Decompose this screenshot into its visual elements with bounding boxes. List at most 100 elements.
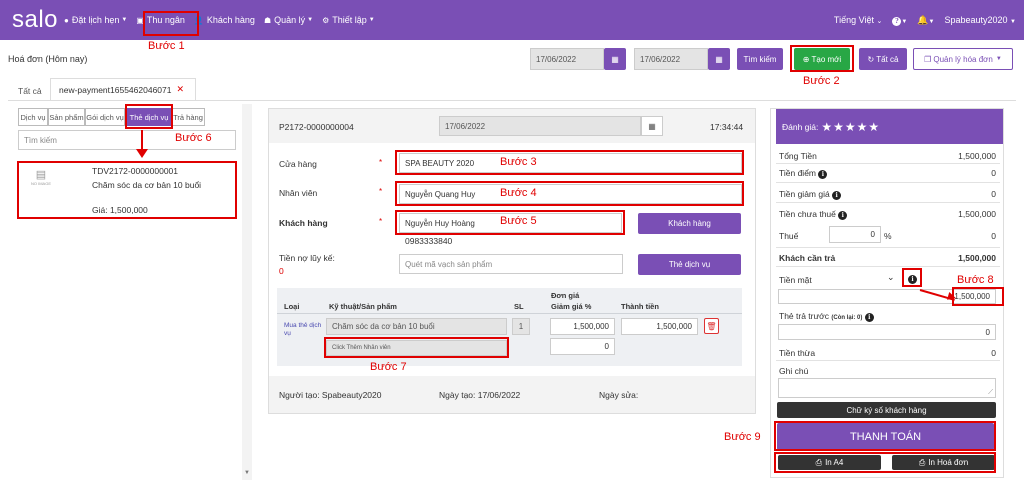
info-icon: i	[838, 211, 848, 220]
note-textarea[interactable]: ⟋	[778, 378, 996, 398]
calendar-icon[interactable]: ▦	[641, 116, 663, 136]
all-button[interactable]: ↻ Tất cả	[859, 48, 907, 70]
info-icon: i	[818, 170, 828, 179]
invoice-time: 17:34:44	[710, 122, 744, 132]
info-icon: i	[864, 313, 874, 322]
cat-tab-products[interactable]: Sản phẩm	[48, 108, 85, 126]
tax-input[interactable]: 0	[829, 226, 881, 243]
nav-manage[interactable]: ☗ Quản lý ▼	[264, 15, 313, 25]
staff-label: Nhân viên	[279, 188, 318, 198]
caret-down-icon: ▼	[307, 17, 314, 23]
invoice-date-input[interactable]: 17/06/2022	[439, 116, 641, 136]
step-label-4: Bước 4	[500, 187, 537, 199]
language-select[interactable]: Tiếng Việt ⌄	[834, 15, 882, 25]
manage-invoices-button[interactable]: ❐ Quản lý hóa đơn ▼	[913, 48, 1013, 70]
chevron-down-icon[interactable]: ⌄	[887, 272, 895, 283]
cog-icon: ⚙	[322, 15, 330, 25]
row-type: Mua thẻ dịch vụ	[284, 322, 322, 337]
created-date: Ngày tạo: 17/06/2022	[439, 390, 521, 400]
prepaid-input[interactable]: 0	[778, 324, 996, 340]
nav-booking[interactable]: ● Đặt lịch hẹn ▼	[64, 15, 127, 25]
step-label-8: Bước 8	[957, 274, 994, 286]
annotation-box-8a	[902, 268, 922, 287]
customer-signature-button[interactable]: Chữ ký số khách hàng	[777, 402, 996, 418]
caret-down-icon: ▼	[121, 17, 128, 23]
row-qty[interactable]: 1	[512, 318, 530, 335]
clock-icon: ●	[64, 15, 69, 25]
customer-button[interactable]: Khách hàng	[638, 213, 741, 234]
help-icon: ?	[892, 16, 902, 26]
barcode-input[interactable]: Quét mã vạch sản phẩm	[399, 254, 623, 274]
row-total: 1,500,000	[621, 318, 698, 335]
invoice-code: P2172-0000000004	[279, 122, 354, 132]
customer-phone: 0983333840	[405, 236, 453, 246]
step-label-3: Bước 3	[500, 156, 537, 168]
left-scrollbar[interactable]: ▼	[242, 104, 252, 480]
nav-settings[interactable]: ⚙ Thiết lập ▼	[322, 15, 375, 25]
customer-label: Khách hàng	[279, 218, 328, 228]
calendar-icon[interactable]: ▦	[604, 48, 626, 70]
arrow-6-line	[141, 130, 143, 150]
annotation-box-service-card	[17, 161, 237, 219]
step-label-5: Bước 5	[500, 215, 537, 227]
payment-method-select[interactable]: Tiền mặt	[779, 275, 812, 285]
rating-stars[interactable]: ★★★★★	[821, 120, 880, 134]
annotation-box-6	[125, 104, 173, 129]
info-icon: i	[832, 191, 842, 200]
user-menu[interactable]: Spabeauty2020 ▼	[944, 15, 1016, 25]
date-from-input[interactable]: 17/06/2022	[530, 48, 604, 70]
notifications-menu[interactable]: 🔔▼	[917, 15, 934, 26]
creator: Người tạo: Spabeauty2020	[279, 390, 382, 400]
step-label-6: Bước 6	[175, 132, 212, 144]
resize-handle-icon: ⟋	[988, 389, 993, 396]
annotation-box-2	[790, 45, 854, 72]
window-icon: ❐	[924, 54, 932, 64]
step-label-1: Bước 1	[148, 40, 185, 52]
bell-icon: 🔔	[917, 14, 929, 25]
date-to-input[interactable]: 17/06/2022	[634, 48, 708, 70]
close-icon[interactable]: ✕	[176, 84, 184, 95]
note-label: Ghi chú	[779, 366, 809, 376]
annotation-box-8b	[952, 287, 1004, 306]
search-button[interactable]: Tìm kiếm	[737, 48, 783, 70]
trash-icon[interactable]: 🗑	[704, 318, 719, 334]
arrow-6-head	[136, 149, 148, 158]
cat-tab-services[interactable]: Dịch vụ	[18, 108, 48, 126]
scroll-down-icon: ▼	[244, 470, 250, 476]
modified-date: Ngày sửa:	[599, 390, 639, 400]
caret-down-icon: ▼	[928, 18, 935, 25]
row-discount-input[interactable]: 0	[550, 338, 615, 355]
debt-label: Tiền nợ lũy kế:	[279, 253, 335, 263]
annotation-box-9a	[774, 421, 996, 451]
annotation-box-9b	[774, 452, 996, 473]
users-icon: ☗	[263, 15, 272, 25]
cat-tab-packages[interactable]: Gói dịch vụ	[85, 108, 125, 126]
store-label: Cửa hàng	[279, 159, 317, 169]
caret-down-icon: ▼	[995, 56, 1002, 62]
step-label-7: Bước 7	[370, 361, 407, 373]
rating-bar: Đánh giá: ★★★★★	[776, 109, 1003, 144]
step-label-2: Bước 2	[803, 75, 840, 87]
annotation-box-4	[395, 181, 744, 206]
annotation-box-3	[395, 150, 744, 175]
chevron-down-icon: ⌄	[876, 18, 883, 25]
logo: salo	[12, 6, 59, 33]
caret-down-icon: ▼	[368, 17, 375, 23]
tab-all[interactable]: Tất cả	[18, 86, 42, 96]
help-menu[interactable]: ? ▼	[892, 15, 907, 26]
annotation-box-7	[324, 337, 509, 358]
row-price-input[interactable]: 1,500,000	[550, 318, 615, 335]
debt-value: 0	[279, 266, 284, 276]
calendar-icon[interactable]: ▦	[708, 48, 730, 70]
annotation-box-1	[143, 11, 199, 36]
tab-current[interactable]: new-payment1655462046071 ✕	[50, 78, 196, 100]
step-label-9: Bước 9	[724, 431, 761, 443]
caret-down-icon: ▼	[1010, 19, 1016, 25]
cat-tab-returns[interactable]: Trả hàng	[171, 108, 205, 126]
nav-customers[interactable]: 👤 Khách hàng	[194, 15, 255, 25]
page-title: Hoá đơn (Hôm nay)	[8, 54, 88, 64]
row-product: Chăm sóc da cơ bản 10 buổi	[326, 318, 507, 335]
caret-down-icon: ▼	[901, 18, 908, 25]
service-card-button[interactable]: Thẻ dịch vụ	[638, 254, 741, 275]
refresh-icon: ↻	[867, 54, 875, 64]
